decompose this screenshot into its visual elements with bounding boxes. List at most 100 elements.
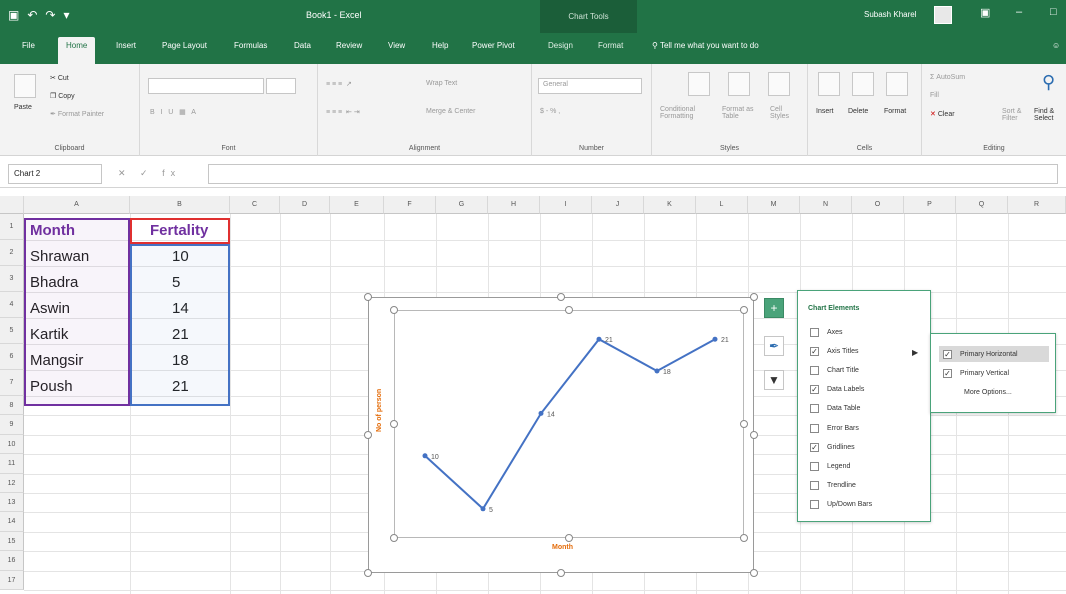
- tab-file[interactable]: File: [22, 41, 35, 50]
- axis-title-option-primary-vertical[interactable]: ✓ Primary Vertical: [939, 365, 1049, 381]
- plot-handle-top-right[interactable]: [740, 306, 748, 314]
- column-header-l[interactable]: L: [696, 196, 748, 214]
- delete-cells-icon[interactable]: [852, 72, 874, 96]
- conditional-formatting-button[interactable]: Conditional Formatting: [660, 106, 710, 120]
- chart-filters-button[interactable]: ▼: [764, 370, 784, 390]
- column-header-c[interactable]: C: [230, 196, 280, 214]
- row-header-16[interactable]: 16: [0, 551, 24, 571]
- chart-styles-button[interactable]: ✒: [764, 336, 784, 356]
- chart-handle-middle-left[interactable]: [364, 431, 372, 439]
- column-header-e[interactable]: E: [330, 196, 384, 214]
- tab-design[interactable]: Design: [548, 41, 573, 50]
- plot-handle-top-left[interactable]: [390, 306, 398, 314]
- minimize-icon[interactable]: –: [1016, 6, 1022, 18]
- row-header-15[interactable]: 15: [0, 531, 24, 552]
- axis-title-option-primary-horizontal[interactable]: ✓ Primary Horizontal: [939, 346, 1049, 362]
- chart-handle-top-right[interactable]: [750, 293, 758, 301]
- tell-me-search[interactable]: ⚲ Tell me what you want to do: [652, 41, 759, 50]
- tab-home[interactable]: Home: [58, 37, 96, 64]
- sort-filter-button[interactable]: Sort & Filter: [1002, 108, 1032, 122]
- paste-icon[interactable]: [14, 74, 36, 98]
- insert-button[interactable]: Insert: [816, 108, 834, 115]
- tab-formulas[interactable]: Formulas: [234, 41, 267, 50]
- ribbon-display-options-icon[interactable]: ▣: [980, 6, 990, 19]
- undo-icon[interactable]: ↶: [27, 8, 37, 22]
- column-header-a[interactable]: A: [24, 196, 130, 214]
- font-size-box[interactable]: [266, 78, 296, 94]
- format-painter-button[interactable]: ✒ Format Painter: [50, 110, 104, 118]
- bold-italic-underline[interactable]: B I U ▦ A: [150, 108, 196, 116]
- plot-handle-middle-right[interactable]: [740, 420, 748, 428]
- row-header-12[interactable]: 12: [0, 473, 24, 493]
- wrap-text-button[interactable]: Wrap Text: [426, 80, 457, 87]
- row-header-7[interactable]: 7: [0, 370, 24, 396]
- chart-handle-top-left[interactable]: [364, 293, 372, 301]
- axis-titles-submenu-arrow-icon[interactable]: ▶: [912, 348, 918, 357]
- merge-center-button[interactable]: Merge & Center: [426, 108, 475, 115]
- checkbox-icon[interactable]: [810, 461, 819, 471]
- tab-review[interactable]: Review: [336, 41, 362, 50]
- tab-insert[interactable]: Insert: [116, 41, 136, 50]
- column-header-j[interactable]: J: [592, 196, 644, 214]
- plot-handle-bottom-right[interactable]: [740, 534, 748, 542]
- save-icon[interactable]: ▣: [8, 8, 19, 22]
- formula-controls[interactable]: ✕ ✓ fx: [118, 168, 181, 179]
- column-header-i[interactable]: I: [540, 196, 592, 214]
- fx-icon[interactable]: fx: [162, 168, 181, 178]
- font-name-box[interactable]: [148, 78, 264, 94]
- row-header-9[interactable]: 9: [0, 415, 24, 435]
- column-header-q[interactable]: Q: [956, 196, 1008, 214]
- column-header-h[interactable]: H: [488, 196, 540, 214]
- formula-input[interactable]: [208, 164, 1058, 184]
- plot-area[interactable]: [394, 310, 744, 538]
- checkbox-icon[interactable]: [810, 423, 819, 433]
- checkbox-icon[interactable]: ✓: [810, 346, 819, 356]
- cell-styles-button[interactable]: Cell Styles: [770, 106, 798, 120]
- align-top-icons[interactable]: ≡ ≡ ≡ ↗: [326, 80, 352, 88]
- avatar[interactable]: [934, 6, 952, 24]
- checkbox-icon[interactable]: [810, 481, 819, 491]
- checkbox-icon[interactable]: ✓: [810, 442, 819, 452]
- row-header-8[interactable]: 8: [0, 396, 24, 416]
- column-header-r[interactable]: R: [1008, 196, 1066, 214]
- tab-power-pivot[interactable]: Power Pivot: [472, 41, 515, 50]
- plot-handle-bottom-left[interactable]: [390, 534, 398, 542]
- chart-element-up-down-bars[interactable]: Up/Down Bars: [810, 498, 872, 512]
- column-header-g[interactable]: G: [436, 196, 488, 214]
- chart-handle-bottom-center[interactable]: [557, 569, 565, 577]
- chart-element-data-labels[interactable]: ✓ Data Labels: [810, 383, 864, 397]
- row-header-13[interactable]: 13: [0, 493, 24, 513]
- row-header-3[interactable]: 3: [0, 266, 24, 292]
- format-cells-icon[interactable]: [886, 72, 908, 96]
- row-header-10[interactable]: 10: [0, 434, 24, 455]
- vertical-axis-title[interactable]: No of person: [376, 389, 383, 432]
- chart-elements-button[interactable]: +: [764, 298, 784, 318]
- row-header-1[interactable]: 1: [0, 214, 24, 240]
- fill-button[interactable]: Fill: [930, 92, 939, 99]
- find-magnifier-icon[interactable]: ⚲: [1042, 72, 1055, 93]
- checkbox-icon[interactable]: [810, 500, 819, 510]
- conditional-formatting-icon[interactable]: [688, 72, 710, 96]
- row-header-17[interactable]: 17: [0, 570, 24, 590]
- row-header-5[interactable]: 5: [0, 318, 24, 344]
- horizontal-axis-title[interactable]: Month: [552, 544, 573, 551]
- tab-help[interactable]: Help: [432, 41, 448, 50]
- cut-button[interactable]: ✂ Cut: [50, 74, 69, 82]
- chart-element-chart-title[interactable]: Chart Title: [810, 363, 859, 377]
- row-header-4[interactable]: 4: [0, 292, 24, 318]
- chart-handle-bottom-right[interactable]: [750, 569, 758, 577]
- autosum-button[interactable]: Σ AutoSum: [930, 74, 965, 81]
- chart-element-error-bars[interactable]: Error Bars: [810, 421, 859, 435]
- plot-handle-bottom-center[interactable]: [565, 534, 573, 542]
- chart-handle-bottom-left[interactable]: [364, 569, 372, 577]
- row-header-6[interactable]: 6: [0, 344, 24, 370]
- chart-element-axis-titles[interactable]: ✓ Axis Titles: [810, 344, 859, 358]
- tab-view[interactable]: View: [388, 41, 405, 50]
- restore-icon[interactable]: □: [1050, 6, 1057, 18]
- number-format-box[interactable]: General: [538, 78, 642, 94]
- plot-handle-top-center[interactable]: [565, 306, 573, 314]
- find-select-button[interactable]: Find & Select: [1034, 108, 1064, 122]
- column-header-m[interactable]: M: [748, 196, 800, 214]
- cell-styles-icon[interactable]: [768, 72, 790, 96]
- chart-element-gridlines[interactable]: ✓ Gridlines: [810, 440, 855, 454]
